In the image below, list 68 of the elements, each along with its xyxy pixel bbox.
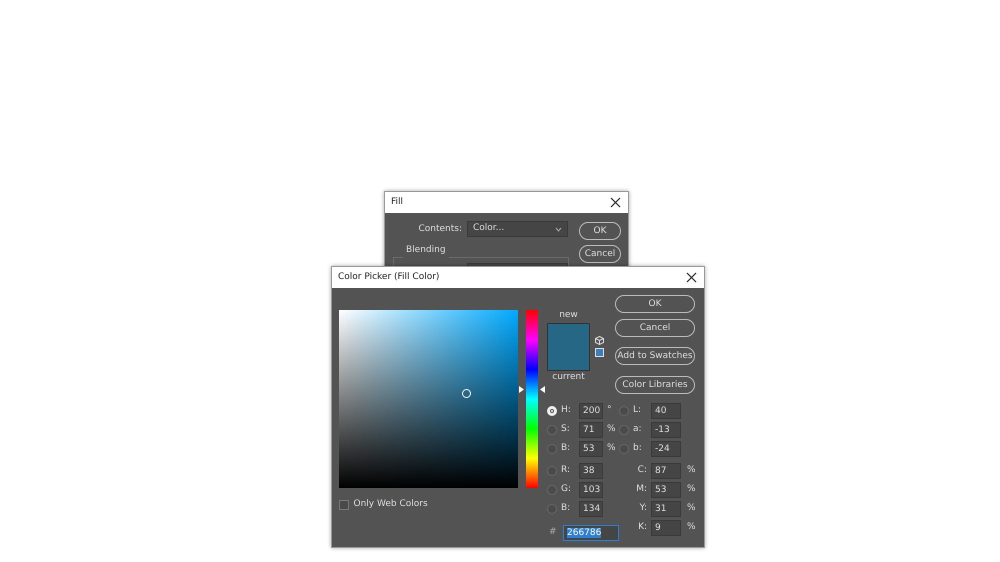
field-label: L: <box>633 404 642 418</box>
radio-button[interactable] <box>547 485 557 495</box>
radio-button[interactable] <box>619 406 629 416</box>
field-label: C: <box>636 464 647 478</box>
radio-button[interactable] <box>547 444 557 454</box>
field-label: M: <box>635 483 647 496</box>
field-label: B: <box>561 502 572 516</box>
field-label: R: <box>561 464 572 478</box>
value-field[interactable]: 53 <box>651 482 681 498</box>
unit-label: % <box>687 464 696 478</box>
field-label: K: <box>637 521 647 534</box>
contents-dropdown[interactable]: Color... <box>467 221 568 237</box>
field-label: B: <box>561 442 572 456</box>
picker-marker[interactable] <box>462 389 471 398</box>
checkbox-label: Only Web Colors <box>354 498 428 511</box>
window-title: Color Picker (Fill Color) <box>338 270 440 284</box>
close-button[interactable] <box>686 272 698 284</box>
dialog-button[interactable]: Cancel <box>579 245 621 263</box>
radio-button[interactable] <box>547 466 557 476</box>
color-field[interactable] <box>339 310 518 488</box>
swatch-label: current <box>551 370 586 384</box>
checkbox[interactable] <box>339 500 349 510</box>
cube-icon[interactable] <box>595 336 604 346</box>
group-label: Blending <box>403 244 449 258</box>
value-field[interactable]: 40 <box>651 403 681 419</box>
hex-field[interactable]: 266786 <box>563 525 619 541</box>
field-label: H: <box>561 404 572 418</box>
field-label: Y: <box>638 502 647 516</box>
value-field[interactable]: 71 <box>579 422 603 438</box>
value-field[interactable]: 103 <box>579 482 603 498</box>
dialog-button[interactable]: Cancel <box>615 319 695 337</box>
radio-button[interactable] <box>547 504 557 514</box>
dialog-button[interactable]: OK <box>615 295 695 313</box>
unit-label: % <box>607 423 616 436</box>
unit-label: % <box>607 442 616 456</box>
field-label: # <box>549 526 558 540</box>
field-label: G: <box>561 483 572 496</box>
value-field[interactable]: 200 <box>579 403 603 419</box>
unit-label: % <box>687 483 696 496</box>
radio-button[interactable] <box>547 425 557 435</box>
value-field[interactable]: -13 <box>651 422 681 438</box>
chevron-icon <box>555 226 562 232</box>
value-field[interactable]: 9 <box>651 520 681 536</box>
swatch-label: new <box>558 309 579 322</box>
dialog-button[interactable]: Add to Swatches <box>615 347 695 365</box>
value-field[interactable]: 31 <box>651 501 681 517</box>
radio-button[interactable] <box>619 444 629 454</box>
new-color-swatch <box>548 324 589 346</box>
value-field[interactable]: 134 <box>579 501 603 517</box>
unit-label: % <box>687 502 696 516</box>
window-title: Fill <box>391 196 404 209</box>
unit-label: ° <box>607 404 612 418</box>
field-label: Contents: <box>418 223 462 236</box>
value-field[interactable]: -24 <box>651 441 681 457</box>
field-label: a: <box>633 423 643 436</box>
radio-button[interactable] <box>619 425 629 435</box>
current-color-swatch[interactable] <box>548 346 589 370</box>
value-field[interactable]: 53 <box>579 441 603 457</box>
value-field[interactable]: 87 <box>651 463 681 479</box>
square-swatch-icon[interactable] <box>595 348 604 357</box>
close-button[interactable] <box>610 196 622 208</box>
dialog-button[interactable]: Color Libraries <box>615 376 695 394</box>
field-label: b: <box>633 442 643 456</box>
dialog-button[interactable]: OK <box>579 222 621 240</box>
value-field[interactable]: 38 <box>579 463 603 479</box>
slider-thumb[interactable] <box>519 386 545 393</box>
field-label: S: <box>561 423 571 436</box>
unit-label: % <box>687 521 696 534</box>
